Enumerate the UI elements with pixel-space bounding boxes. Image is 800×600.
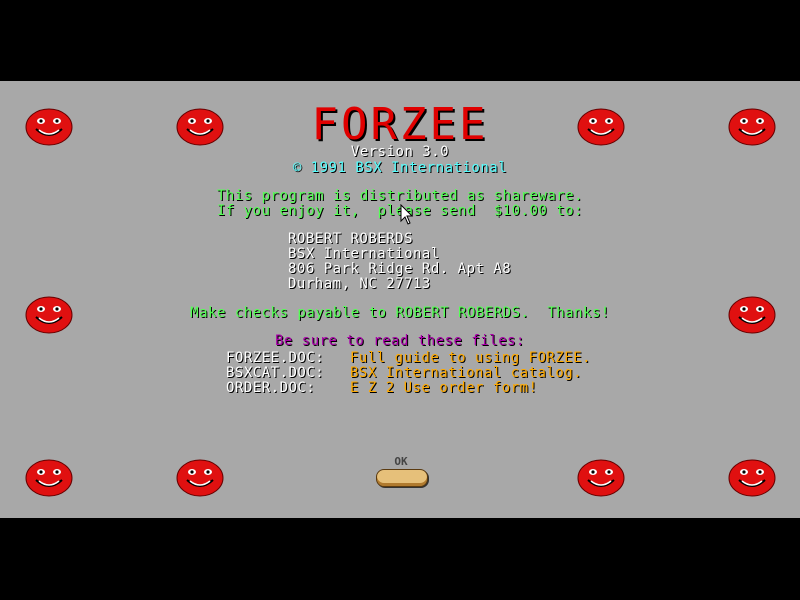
files-heading: Be sure to read these files: bbox=[274, 333, 525, 349]
address-line-company: BSX International bbox=[288, 246, 440, 262]
file-name: BSXCAT.DOC: bbox=[226, 365, 325, 381]
ok-button-label: OK bbox=[394, 455, 408, 468]
address-line-name: ROBERT ROBERDS bbox=[288, 231, 414, 247]
smiley-face-icon bbox=[176, 459, 224, 497]
checks-payable-text: Make checks payable to ROBERT ROBERDS. T… bbox=[190, 305, 610, 321]
smiley-face-icon bbox=[577, 459, 625, 497]
smiley-face-icon bbox=[728, 459, 776, 497]
ok-button-pill[interactable] bbox=[376, 469, 428, 487]
address-line-city: Durham, NC 27713 bbox=[288, 276, 431, 292]
file-description: E Z 2 Use order form! bbox=[350, 380, 538, 396]
address-line-street: 806 Park Ridge Rd. Apt A8 bbox=[288, 261, 512, 277]
copyright-text: © 1991 BSX International bbox=[292, 160, 508, 176]
file-name: FORZEE.DOC: bbox=[226, 350, 325, 366]
version-text: Version 3.0 bbox=[350, 144, 450, 160]
game-title: FORZEE bbox=[311, 99, 489, 150]
file-description: BSX International catalog. bbox=[350, 365, 583, 381]
smiley-face-icon bbox=[25, 459, 73, 497]
mouse-cursor-icon bbox=[400, 204, 414, 225]
file-name: ORDER.DOC: bbox=[226, 380, 316, 396]
ok-button[interactable]: OK bbox=[374, 456, 428, 488]
file-description: Full guide to using FORZEE. bbox=[350, 350, 592, 366]
shareware-notice-line1: This program is distributed as shareware… bbox=[216, 188, 584, 204]
